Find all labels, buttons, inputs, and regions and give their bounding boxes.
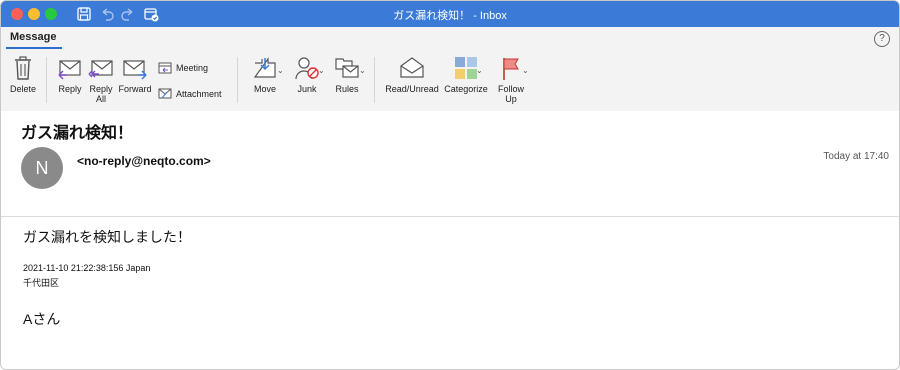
meeting-button[interactable]: Meeting xyxy=(158,61,208,74)
title-bar: ガス漏れ検知！ - Inbox xyxy=(1,1,899,27)
rules-label: Rules xyxy=(335,84,359,94)
follow-up-label-2: Up xyxy=(505,94,517,104)
sender-address[interactable]: <no-reply@neqto.com> xyxy=(77,154,211,168)
junk-icon xyxy=(295,57,319,80)
ribbon-separator xyxy=(237,57,238,103)
trash-icon xyxy=(15,56,31,80)
meeting-label: Meeting xyxy=(176,62,209,73)
open-envelope-icon xyxy=(400,57,424,78)
window-title: ガス漏れ検知！ - Inbox xyxy=(393,10,507,22)
reply-all-icon xyxy=(88,60,113,78)
forward-button[interactable]: Forward xyxy=(117,55,153,94)
forward-icon xyxy=(123,60,147,80)
attachment-label: Attachment xyxy=(176,88,222,99)
delete-button[interactable]: Delete xyxy=(7,55,39,94)
message-body: ガス漏れを検知しました！ 2021-11-10 21:22:38:156 Jap… xyxy=(1,217,899,369)
categorize-chevron-down-icon[interactable]: ⌄ xyxy=(476,66,483,75)
rules-icon xyxy=(335,58,359,78)
reply-label: Reply xyxy=(58,84,82,94)
follow-up-button[interactable]: Follow Up xyxy=(493,55,529,104)
reply-button[interactable]: Reply xyxy=(55,55,85,94)
tab-message[interactable]: Message xyxy=(10,31,56,43)
reply-all-label-1: Reply xyxy=(89,84,113,94)
read-unread-label: Read/Unread xyxy=(385,84,439,94)
ribbon-separator xyxy=(46,57,47,103)
move-chevron-down-icon[interactable]: ⌄ xyxy=(277,66,284,75)
reply-icon xyxy=(58,60,81,80)
rules-chevron-down-icon[interactable]: ⌄ xyxy=(359,66,366,75)
read-unread-button[interactable]: Read/Unread xyxy=(383,55,441,94)
message-header: ガス漏れ検知！ N <no-reply@neqto.com> Today at … xyxy=(1,111,899,217)
reply-all-button[interactable]: Reply All xyxy=(87,55,115,104)
body-line-person: Aさん xyxy=(23,311,61,327)
flag-icon xyxy=(503,58,519,80)
received-time: Today at 17:40 xyxy=(823,151,889,162)
body-line-timestamp: 2021-11-10 21:22:38:156 Japan xyxy=(23,263,151,273)
tab-bar: Message ? xyxy=(1,27,899,51)
forward-label: Forward xyxy=(118,84,152,94)
reply-all-label-2: All xyxy=(95,94,106,104)
help-icon[interactable]: ? xyxy=(874,31,890,47)
move-label: Move xyxy=(253,84,276,94)
attachment-button[interactable]: Attachment xyxy=(158,87,222,100)
delete-label: Delete xyxy=(9,84,36,94)
follow-up-chevron-down-icon[interactable]: ⌄ xyxy=(522,66,529,75)
junk-chevron-down-icon[interactable]: ⌄ xyxy=(318,66,325,75)
ribbon-toolbar: Delete Reply Reply All Forward Meeting A… xyxy=(1,51,899,112)
avatar[interactable]: N xyxy=(21,147,63,189)
body-line-alert: ガス漏れを検知しました！ xyxy=(23,229,191,245)
tab-underline xyxy=(6,47,62,49)
attachment-icon xyxy=(158,88,172,99)
ribbon-separator xyxy=(374,57,375,103)
calendar-icon xyxy=(158,62,172,74)
junk-label: Junk xyxy=(297,84,317,94)
follow-up-label-1: Follow xyxy=(497,84,524,94)
mail-window: ガス漏れ検知！ - Inbox Message ? Delete Reply R… xyxy=(0,0,900,370)
move-to-folder-icon xyxy=(253,57,276,78)
message-subject: ガス漏れ検知！ xyxy=(21,125,134,142)
categorize-label: Categorize xyxy=(444,84,488,94)
body-line-location: 千代田区 xyxy=(23,278,60,288)
